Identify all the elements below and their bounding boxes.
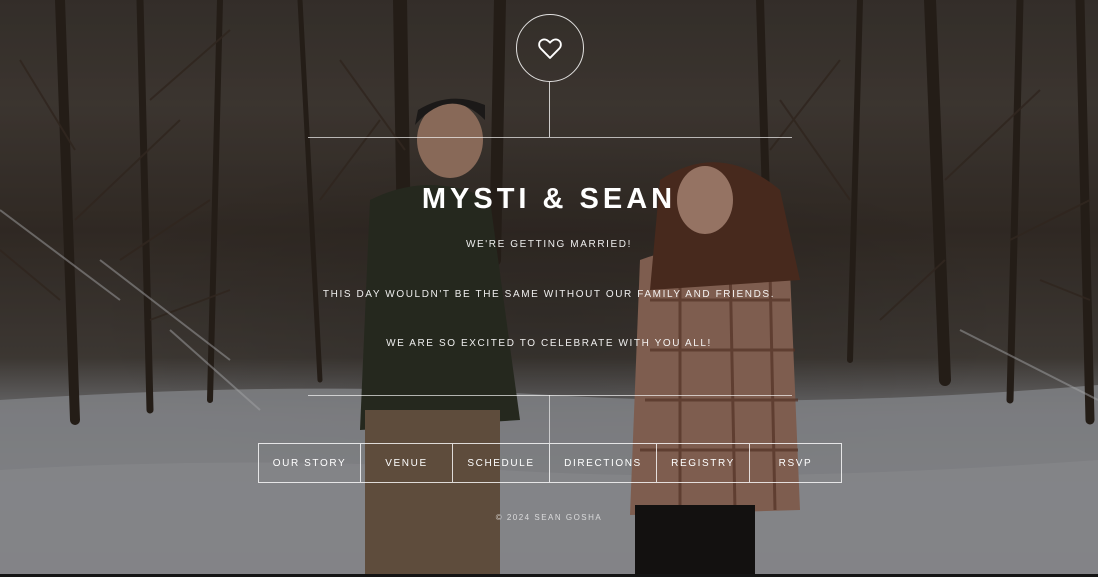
heart-circle bbox=[516, 14, 584, 82]
nav-our-story[interactable]: OUR STORY bbox=[259, 444, 361, 482]
message-line-1: THIS DAY WOULDN'T BE THE SAME WITHOUT OU… bbox=[322, 289, 776, 300]
top-connector-line bbox=[549, 82, 550, 137]
nav-schedule[interactable]: SCHEDULE bbox=[453, 444, 550, 482]
nav-venue[interactable]: VENUE bbox=[361, 444, 453, 482]
main-navigation: OUR STORY VENUE SCHEDULE DIRECTIONS REGI… bbox=[258, 443, 842, 483]
subtitle: WE'RE GETTING MARRIED! bbox=[465, 239, 632, 250]
nav-directions[interactable]: DIRECTIONS bbox=[550, 444, 657, 482]
heart-outline-icon bbox=[538, 38, 562, 59]
nav-rsvp[interactable]: RSVP bbox=[750, 444, 841, 482]
heart-emblem bbox=[516, 14, 584, 91]
top-divider bbox=[308, 137, 792, 138]
bottom-connector-line bbox=[549, 395, 550, 443]
bottom-divider bbox=[308, 395, 792, 396]
couple-names-title: MYSTI & SEAN bbox=[421, 183, 677, 215]
nav-registry[interactable]: REGISTRY bbox=[657, 444, 750, 482]
footer-copyright: © 2024 SEAN GOSHA bbox=[495, 513, 603, 522]
message-line-2: WE ARE SO EXCITED TO CELEBRATE WITH YOU … bbox=[386, 338, 712, 349]
